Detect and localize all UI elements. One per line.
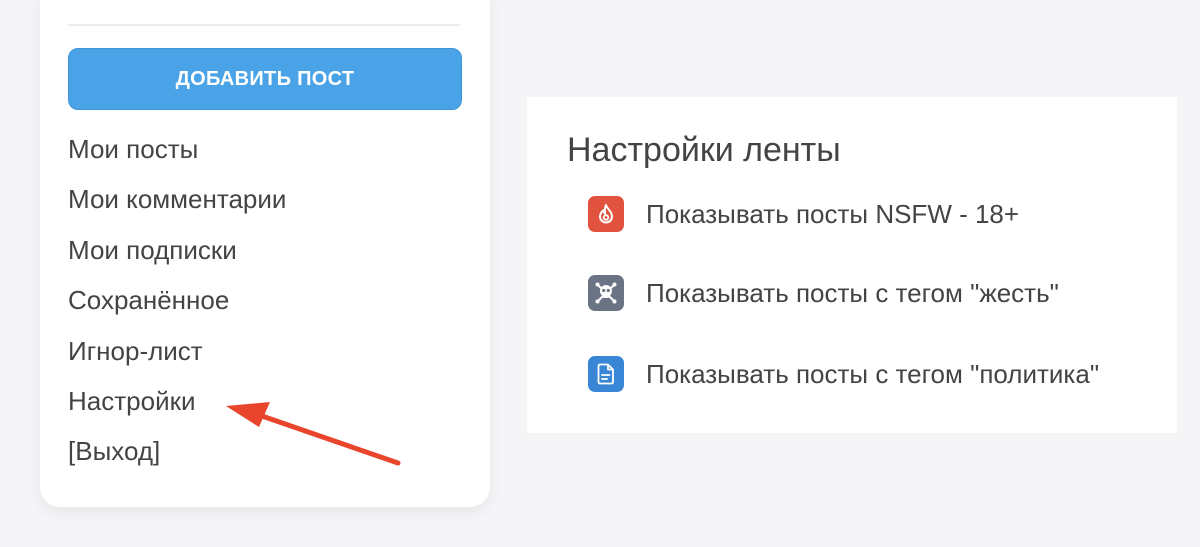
menu-item-logout[interactable]: [Выход]	[68, 430, 286, 480]
menu-item-my-subscriptions[interactable]: Мои подписки	[68, 229, 286, 279]
skull-crossbones-icon	[588, 275, 624, 311]
flame-icon	[588, 196, 624, 232]
setting-zhest-toggle[interactable]: Показывать посты с тегом "жесть"	[588, 275, 1059, 311]
menu-item-my-comments[interactable]: Мои комментарии	[68, 178, 286, 228]
menu-item-saved[interactable]: Сохранённое	[68, 279, 286, 329]
user-menu: Мои посты Мои комментарии Мои подписки С…	[68, 128, 286, 481]
setting-nsfw-toggle[interactable]: Показывать посты NSFW - 18+	[588, 196, 1019, 232]
feed-settings-panel: Настройки ленты Показывать посты NSFW - …	[527, 97, 1177, 433]
menu-item-ignore-list[interactable]: Игнор-лист	[68, 330, 286, 380]
document-icon	[588, 356, 624, 392]
add-post-button[interactable]: ДОБАВИТЬ ПОСТ	[68, 48, 462, 110]
divider	[68, 24, 460, 26]
setting-politika-toggle[interactable]: Показывать посты с тегом "политика"	[588, 356, 1099, 392]
panel-title: Настройки ленты	[567, 131, 841, 169]
setting-label: Показывать посты NSFW - 18+	[646, 198, 1020, 229]
setting-label: Показывать посты с тегом "жесть"	[646, 277, 1059, 308]
menu-item-settings[interactable]: Настройки	[68, 380, 286, 430]
menu-item-my-posts[interactable]: Мои посты	[68, 128, 286, 178]
setting-label: Показывать посты с тегом "политика"	[646, 358, 1100, 389]
